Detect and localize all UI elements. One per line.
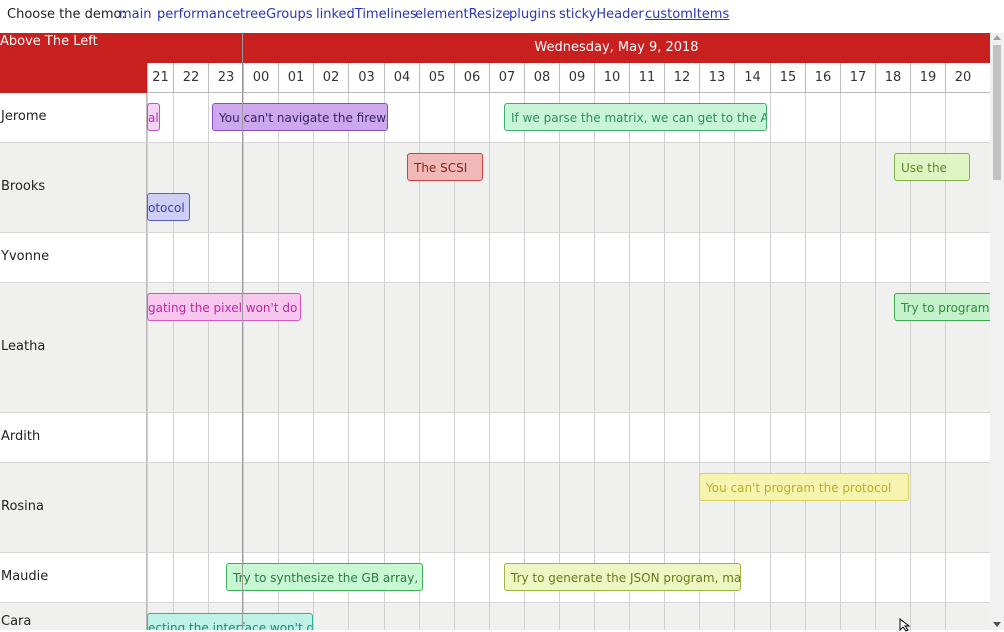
hour-label-18[interactable]: 18 [875, 63, 910, 92]
nav-link-linkedtimelines[interactable]: linkedTimelines [316, 7, 417, 22]
scroll-down-icon[interactable] [993, 622, 1001, 627]
hour-label-02[interactable]: 02 [313, 63, 348, 92]
timeline[interactable]: Above The Left Wednesday, May 9, 2018 21… [0, 33, 990, 630]
hour-label-12[interactable]: 12 [664, 63, 699, 92]
hour-label-10[interactable]: 10 [594, 63, 629, 92]
hour-label-03[interactable]: 03 [348, 63, 384, 92]
timeline-item[interactable]: You can't navigate the firewall [212, 103, 388, 131]
hour-label-04[interactable]: 04 [384, 63, 419, 92]
sidebar-header-label: Above The Left [0, 34, 98, 49]
sidebar-header: Above The Left [0, 33, 147, 93]
nav-link-elementresize[interactable]: elementResize [415, 7, 510, 22]
nav-link-customitems[interactable]: customItems [645, 7, 729, 22]
timeline-item[interactable]: Try to program th [894, 293, 990, 321]
hour-label-09[interactable]: 09 [559, 63, 594, 92]
scroll-up-icon[interactable] [993, 35, 1001, 40]
nav-link-treegroups[interactable]: treeGroups [240, 7, 313, 22]
date-header-label: Wednesday, May 9, 2018 [534, 40, 699, 55]
group-label: Cara [1, 614, 32, 629]
hour-label-15[interactable]: 15 [770, 63, 805, 92]
hour-label-07[interactable]: 07 [489, 63, 524, 92]
timeline-item[interactable]: Try to generate the JSON program, maybe [504, 563, 741, 591]
timeline-item[interactable]: ecting the interface won't do [147, 613, 313, 630]
timeline-item[interactable]: otocol [147, 193, 190, 221]
hour-label-19[interactable]: 19 [910, 63, 945, 92]
hour-label-00[interactable]: 00 [243, 63, 278, 92]
vertical-scrollbar[interactable] [990, 33, 1004, 630]
scroll-thumb[interactable] [993, 45, 1001, 180]
timeline-item[interactable]: You can't program the protocol [699, 473, 909, 501]
nav-link-plugins[interactable]: plugins [509, 7, 556, 22]
hour-label-01[interactable]: 01 [278, 63, 313, 92]
timeline-item[interactable]: gating the pixel won't do [147, 293, 301, 321]
hour-label-21[interactable]: 21 [147, 63, 173, 92]
nav-label: Choose the demo: [7, 7, 126, 22]
hour-label-11[interactable]: 11 [629, 63, 664, 92]
timeline-items: al You can't navigate the firewall If we p… [147, 93, 990, 630]
hour-label-13[interactable]: 13 [699, 63, 734, 92]
hour-label-05[interactable]: 05 [419, 63, 454, 92]
demo-nav: Choose the demo: main performance treeGr… [0, 0, 1004, 33]
hour-label-17[interactable]: 17 [840, 63, 875, 92]
hour-label-06[interactable]: 06 [454, 63, 489, 92]
group-label: Maudie [1, 569, 49, 584]
timeline-item[interactable]: Try to synthesize the GB array, [226, 563, 423, 591]
cursor-marker-line [242, 33, 243, 630]
hour-label-23[interactable]: 23 [208, 63, 243, 92]
group-label: Jerome [1, 109, 47, 124]
group-label: Rosina [1, 499, 44, 514]
timeline-item[interactable]: If we parse the matrix, we can get to th… [504, 103, 767, 131]
nav-link-main[interactable]: main [119, 7, 151, 22]
hour-header[interactable]: 21 22 23 00 01 02 03 04 05 06 07 08 09 10 11 12 13 14 15 16… [147, 63, 990, 93]
date-header[interactable]: Wednesday, May 9, 2018 [147, 33, 990, 63]
timeline-item[interactable]: The SCSI [407, 153, 483, 181]
hour-label-08[interactable]: 08 [524, 63, 559, 92]
hour-label-14[interactable]: 14 [734, 63, 770, 92]
timeline-item[interactable]: al [147, 103, 160, 131]
group-label: Brooks [1, 179, 46, 194]
hour-label-16[interactable]: 16 [805, 63, 840, 92]
hour-label-20[interactable]: 20 [945, 63, 980, 92]
timeline-item[interactable]: Use the [894, 153, 970, 181]
hour-label-22[interactable]: 22 [173, 63, 208, 92]
nav-link-stickyheader[interactable]: stickyHeader [559, 7, 644, 22]
group-label: Ardith [1, 429, 41, 444]
group-label: Yvonne [1, 249, 50, 264]
nav-link-performance[interactable]: performance [157, 7, 240, 22]
group-label: Leatha [1, 339, 46, 354]
